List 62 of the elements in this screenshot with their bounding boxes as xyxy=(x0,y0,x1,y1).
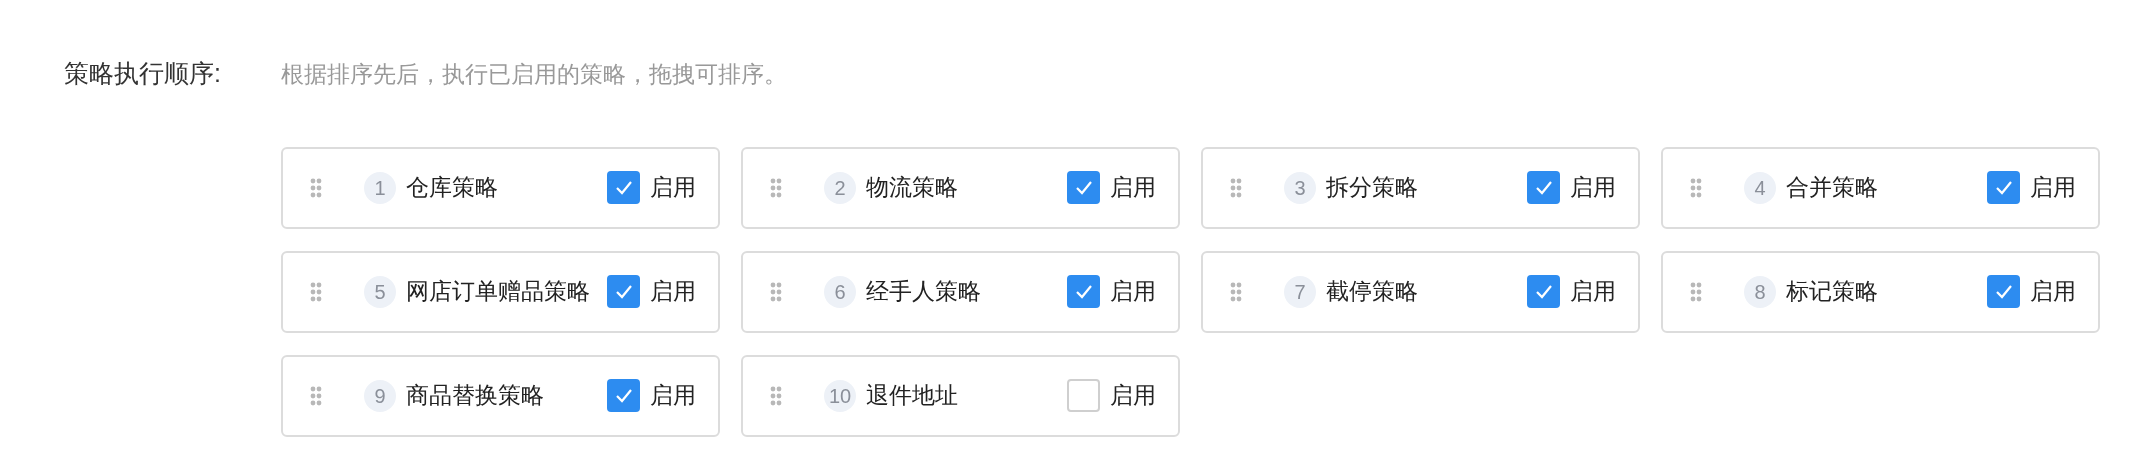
strategy-card[interactable]: 5 网店订单赠品策略 启用 xyxy=(281,250,720,333)
drag-handle-icon[interactable] xyxy=(1230,281,1242,302)
drag-handle-icon[interactable] xyxy=(770,177,782,198)
strategy-name: 网店订单赠品策略 xyxy=(406,277,590,307)
enable-checkbox[interactable] xyxy=(1987,171,2020,204)
order-number: 9 xyxy=(364,379,396,412)
order-number: 8 xyxy=(1744,275,1776,308)
order-number: 5 xyxy=(364,275,396,308)
enable-checkbox[interactable] xyxy=(1067,171,1100,204)
strategy-name: 标记策略 xyxy=(1786,277,1878,307)
hint-text: 根据排序先后，执行已启用的策略，拖拽可排序。 xyxy=(281,60,787,89)
drag-handle-icon[interactable] xyxy=(310,177,322,198)
strategy-name: 合并策略 xyxy=(1786,173,1878,203)
strategy-card[interactable]: 3 拆分策略 启用 xyxy=(1201,146,1640,229)
strategy-name: 拆分策略 xyxy=(1326,173,1418,203)
enable-checkbox[interactable] xyxy=(1527,275,1560,308)
drag-handle-icon[interactable] xyxy=(1690,177,1702,198)
enable-label: 启用 xyxy=(1570,173,1616,203)
drag-handle-icon[interactable] xyxy=(770,281,782,302)
strategy-card[interactable]: 7 截停策略 启用 xyxy=(1201,250,1640,333)
enable-label: 启用 xyxy=(1110,277,1156,307)
enable-checkbox[interactable] xyxy=(607,275,640,308)
enable-label: 启用 xyxy=(2030,277,2076,307)
strategy-card[interactable]: 10 退件地址 启用 xyxy=(741,354,1180,437)
order-number: 4 xyxy=(1744,171,1776,204)
strategy-card[interactable]: 1 仓库策略 启用 xyxy=(281,146,720,229)
strategy-name: 仓库策略 xyxy=(406,173,498,203)
enable-label: 启用 xyxy=(1570,277,1616,307)
strategy-name: 商品替换策略 xyxy=(406,381,544,411)
strategy-card[interactable]: 8 标记策略 启用 xyxy=(1661,250,2100,333)
drag-handle-icon[interactable] xyxy=(770,385,782,406)
order-number: 10 xyxy=(824,379,856,412)
enable-checkbox[interactable] xyxy=(607,171,640,204)
strategy-name: 物流策略 xyxy=(866,173,958,203)
order-number: 6 xyxy=(824,275,856,308)
strategy-name: 截停策略 xyxy=(1326,277,1418,307)
enable-checkbox[interactable] xyxy=(1527,171,1560,204)
order-number: 1 xyxy=(364,171,396,204)
field-label: 策略执行顺序: xyxy=(64,58,222,89)
enable-checkbox[interactable] xyxy=(1987,275,2020,308)
strategy-name: 退件地址 xyxy=(866,381,958,411)
strategy-card[interactable]: 4 合并策略 启用 xyxy=(1661,146,2100,229)
strategy-card[interactable]: 9 商品替换策略 启用 xyxy=(281,354,720,437)
strategy-name: 经手人策略 xyxy=(866,277,981,307)
drag-handle-icon[interactable] xyxy=(310,385,322,406)
enable-label: 启用 xyxy=(650,277,696,307)
order-number: 3 xyxy=(1284,171,1316,204)
drag-handle-icon[interactable] xyxy=(310,281,322,302)
enable-checkbox[interactable] xyxy=(607,379,640,412)
drag-handle-icon[interactable] xyxy=(1690,281,1702,302)
drag-handle-icon[interactable] xyxy=(1230,177,1242,198)
order-number: 7 xyxy=(1284,275,1316,308)
enable-checkbox[interactable] xyxy=(1067,379,1100,412)
strategy-card[interactable]: 6 经手人策略 启用 xyxy=(741,250,1180,333)
enable-label: 启用 xyxy=(650,381,696,411)
enable-checkbox[interactable] xyxy=(1067,275,1100,308)
enable-label: 启用 xyxy=(1110,381,1156,411)
order-number: 2 xyxy=(824,171,856,204)
strategy-card[interactable]: 2 物流策略 启用 xyxy=(741,146,1180,229)
enable-label: 启用 xyxy=(1110,173,1156,203)
enable-label: 启用 xyxy=(2030,173,2076,203)
enable-label: 启用 xyxy=(650,173,696,203)
